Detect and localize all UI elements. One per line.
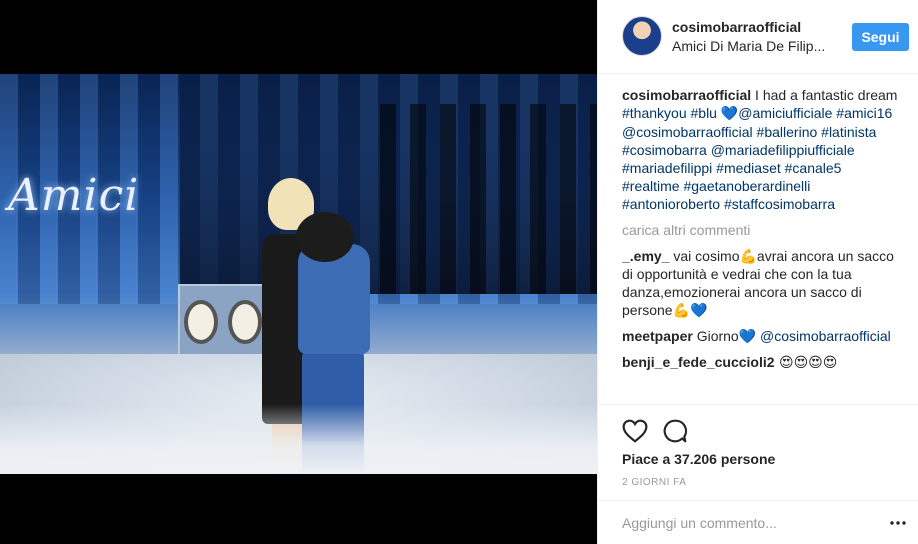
comment-icon[interactable] — [662, 418, 688, 444]
caption-username[interactable]: cosimobarraofficial — [622, 87, 751, 103]
clock-icon — [228, 300, 262, 344]
post-media: Amici — [0, 0, 597, 544]
comment-input[interactable] — [622, 511, 872, 535]
person-man-head — [296, 212, 354, 262]
caption-text: I had a fantastic dream — [751, 87, 898, 103]
clock-icon — [184, 300, 218, 344]
like-count[interactable]: Piace a 37.206 persone — [622, 451, 775, 467]
follow-button[interactable]: Segui — [852, 23, 909, 51]
comment-username[interactable]: _.emy_ — [622, 248, 669, 264]
audience-silhouettes — [380, 104, 597, 294]
post-timestamp: 2 GIORNI FA — [622, 477, 687, 488]
caption-tags-1[interactable]: #thankyou #blu — [622, 105, 717, 121]
post-actions: Piace a 37.206 persone 2 GIORNI FA — [598, 404, 918, 500]
list-item: meetpaper Giorno💙 @cosimobarraofficial — [622, 327, 902, 345]
post-location[interactable]: Amici Di Maria De Filip... — [672, 38, 842, 54]
comment-text: Giorno💙 — [692, 328, 761, 344]
blue-heart-emoji: 💙 — [720, 106, 739, 122]
comment-text: 😍😍😍😍 — [774, 355, 838, 371]
comment-username[interactable]: benji_e_fede_cuccioli2 — [622, 354, 775, 370]
post-caption: cosimobarraofficial I had a fantastic dr… — [622, 86, 902, 213]
post-sidebar: cosimobarraofficial Amici Di Maria De Fi… — [597, 0, 918, 544]
comment-username[interactable]: meetpaper — [622, 328, 693, 344]
caption-tags-2[interactable]: @amiciufficiale #amici16 @cosimobarraoff… — [622, 105, 892, 212]
heart-icon[interactable] — [622, 419, 648, 443]
post-photo[interactable]: Amici — [0, 74, 597, 474]
post-author-username[interactable]: cosimobarraofficial — [672, 19, 801, 35]
load-more-comments[interactable]: carica altri commenti — [622, 221, 902, 239]
post-header: cosimobarraofficial Amici Di Maria De Fi… — [598, 0, 918, 74]
comments-list: cosimobarraofficial I had a fantastic dr… — [622, 86, 902, 404]
add-comment-bar — [598, 500, 918, 544]
stage-fog — [0, 404, 597, 474]
list-item: benji_e_fede_cuccioli2 😍😍😍😍 — [622, 353, 902, 372]
amici-logo: Amici — [8, 170, 140, 221]
more-options-icon[interactable] — [889, 514, 907, 532]
avatar[interactable] — [622, 16, 662, 56]
list-item: _.emy_ vai cosimo💪avrai ancora un sacco … — [622, 247, 902, 319]
comment-mention[interactable]: @cosimobarraofficial — [760, 328, 891, 344]
